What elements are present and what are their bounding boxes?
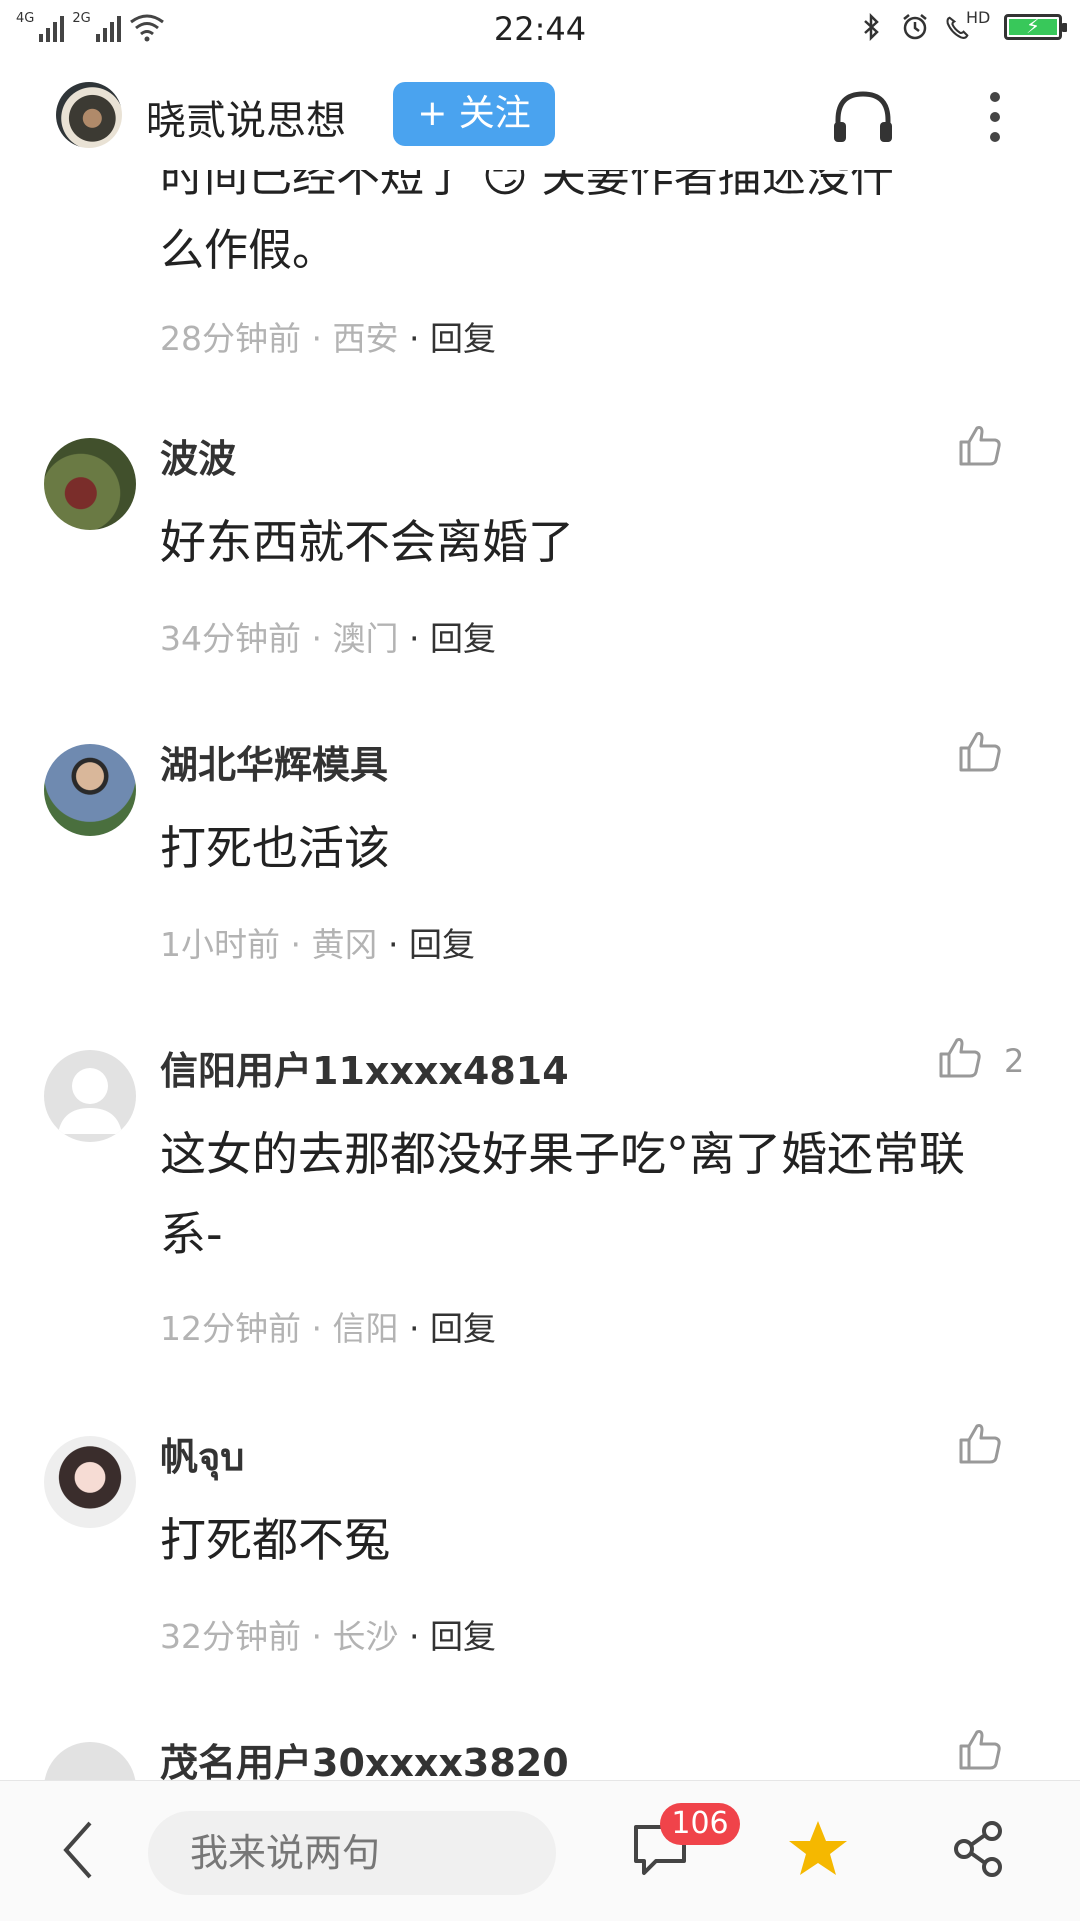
comment-input[interactable]: 我来说两句 — [148, 1811, 556, 1895]
bluetooth-icon — [864, 12, 879, 42]
author-avatar[interactable] — [56, 82, 122, 148]
commenter-name[interactable]: 茂名用户30xxxx3820 — [160, 1732, 569, 1780]
comment-meta: 28分钟前 · 西安 · 回复 — [160, 312, 496, 360]
comment-text: 打死都不冤 — [160, 1513, 390, 1567]
commenter-name[interactable]: 湖北华辉模具 — [160, 734, 388, 789]
avatar[interactable] — [44, 438, 136, 530]
comment-count-badge: 106 — [660, 1803, 740, 1845]
like-icon[interactable] — [955, 726, 1005, 776]
follow-button[interactable]: + 关注 — [393, 82, 555, 146]
reply-link[interactable]: · 回复 — [409, 1309, 496, 1348]
comment-time-location: 32分钟前 · 长沙 — [160, 1617, 399, 1656]
like-icon[interactable] — [955, 1724, 1005, 1774]
comment-time-location: 34分钟前 · 澳门 — [160, 619, 399, 658]
commenter-name[interactable]: 帆จุบ — [160, 1426, 244, 1487]
comment-time-location: 1小时前 · 黄冈 — [160, 925, 378, 964]
commenter-name[interactable]: 信阳用户11xxxx4814 — [160, 1040, 569, 1095]
more-options-icon[interactable] — [985, 90, 1005, 144]
share-icon[interactable] — [950, 1819, 1006, 1879]
comment-meta: 1小时前 · 黄冈 · 回复 — [160, 918, 475, 966]
charging-bolt-icon: ⚡ — [1025, 14, 1041, 38]
comment-text-partial: 时间已经不短了 😏 夫妻作者描述没什 么作假。 — [160, 170, 894, 288]
avatar[interactable] — [44, 1050, 136, 1142]
reply-link[interactable]: · 回复 — [409, 319, 496, 358]
default-user-icon — [58, 1068, 122, 1134]
battery-icon: ⚡ — [1004, 14, 1067, 40]
avatar[interactable] — [44, 744, 136, 836]
comment-text-line: 么作假。 — [160, 225, 336, 276]
like-icon[interactable] — [955, 420, 1005, 470]
bottom-toolbar: 我来说两句 106 — [0, 1780, 1080, 1921]
comment-meta: 32分钟前 · 长沙 · 回复 — [160, 1610, 496, 1658]
like-icon[interactable] — [935, 1032, 985, 1082]
comment-text-line: 时间已经不短了 😏 夫妻作者描述没什 — [160, 170, 894, 202]
avatar[interactable] — [44, 1436, 136, 1528]
hd-call-icon: HD — [944, 8, 990, 42]
like-icon[interactable] — [955, 1418, 1005, 1468]
comment-text: 好东西就不会离婚了 — [160, 515, 574, 569]
favorite-star-icon[interactable] — [786, 1817, 850, 1881]
comment-time-location: 12分钟前 · 信阳 — [160, 1309, 399, 1348]
comment-text: 这女的去那都没好果子吃°离了婚还常联系- — [160, 1127, 965, 1261]
avatar[interactable] — [44, 1742, 136, 1780]
article-header: 晓贰说思想 + 关注 — [0, 60, 1080, 170]
comment-time-location: 28分钟前 · 西安 — [160, 319, 399, 358]
alarm-icon — [903, 14, 927, 40]
status-bar: 4G 2G 22:44 HD ⚡ — [0, 0, 1080, 60]
headphones-icon[interactable] — [830, 88, 896, 148]
comments-list[interactable]: 时间已经不短了 😏 夫妻作者描述没什 么作假。 28分钟前 · 西安 · 回复 … — [0, 170, 1080, 1780]
hd-label: HD — [966, 8, 991, 27]
commenter-name[interactable]: 波波 — [160, 428, 236, 483]
comment-text: 打死也活该 — [160, 821, 390, 875]
reply-link[interactable]: · 回复 — [409, 1617, 496, 1656]
comment-meta: 12分钟前 · 信阳 · 回复 — [160, 1302, 496, 1350]
author-name[interactable]: 晓贰说思想 — [146, 88, 346, 146]
comment-meta: 34分钟前 · 澳门 · 回复 — [160, 612, 496, 660]
back-icon[interactable] — [58, 1819, 98, 1881]
reply-link[interactable]: · 回复 — [409, 619, 496, 658]
like-count: 2 — [1004, 1042, 1025, 1080]
reply-link[interactable]: · 回复 — [388, 925, 475, 964]
